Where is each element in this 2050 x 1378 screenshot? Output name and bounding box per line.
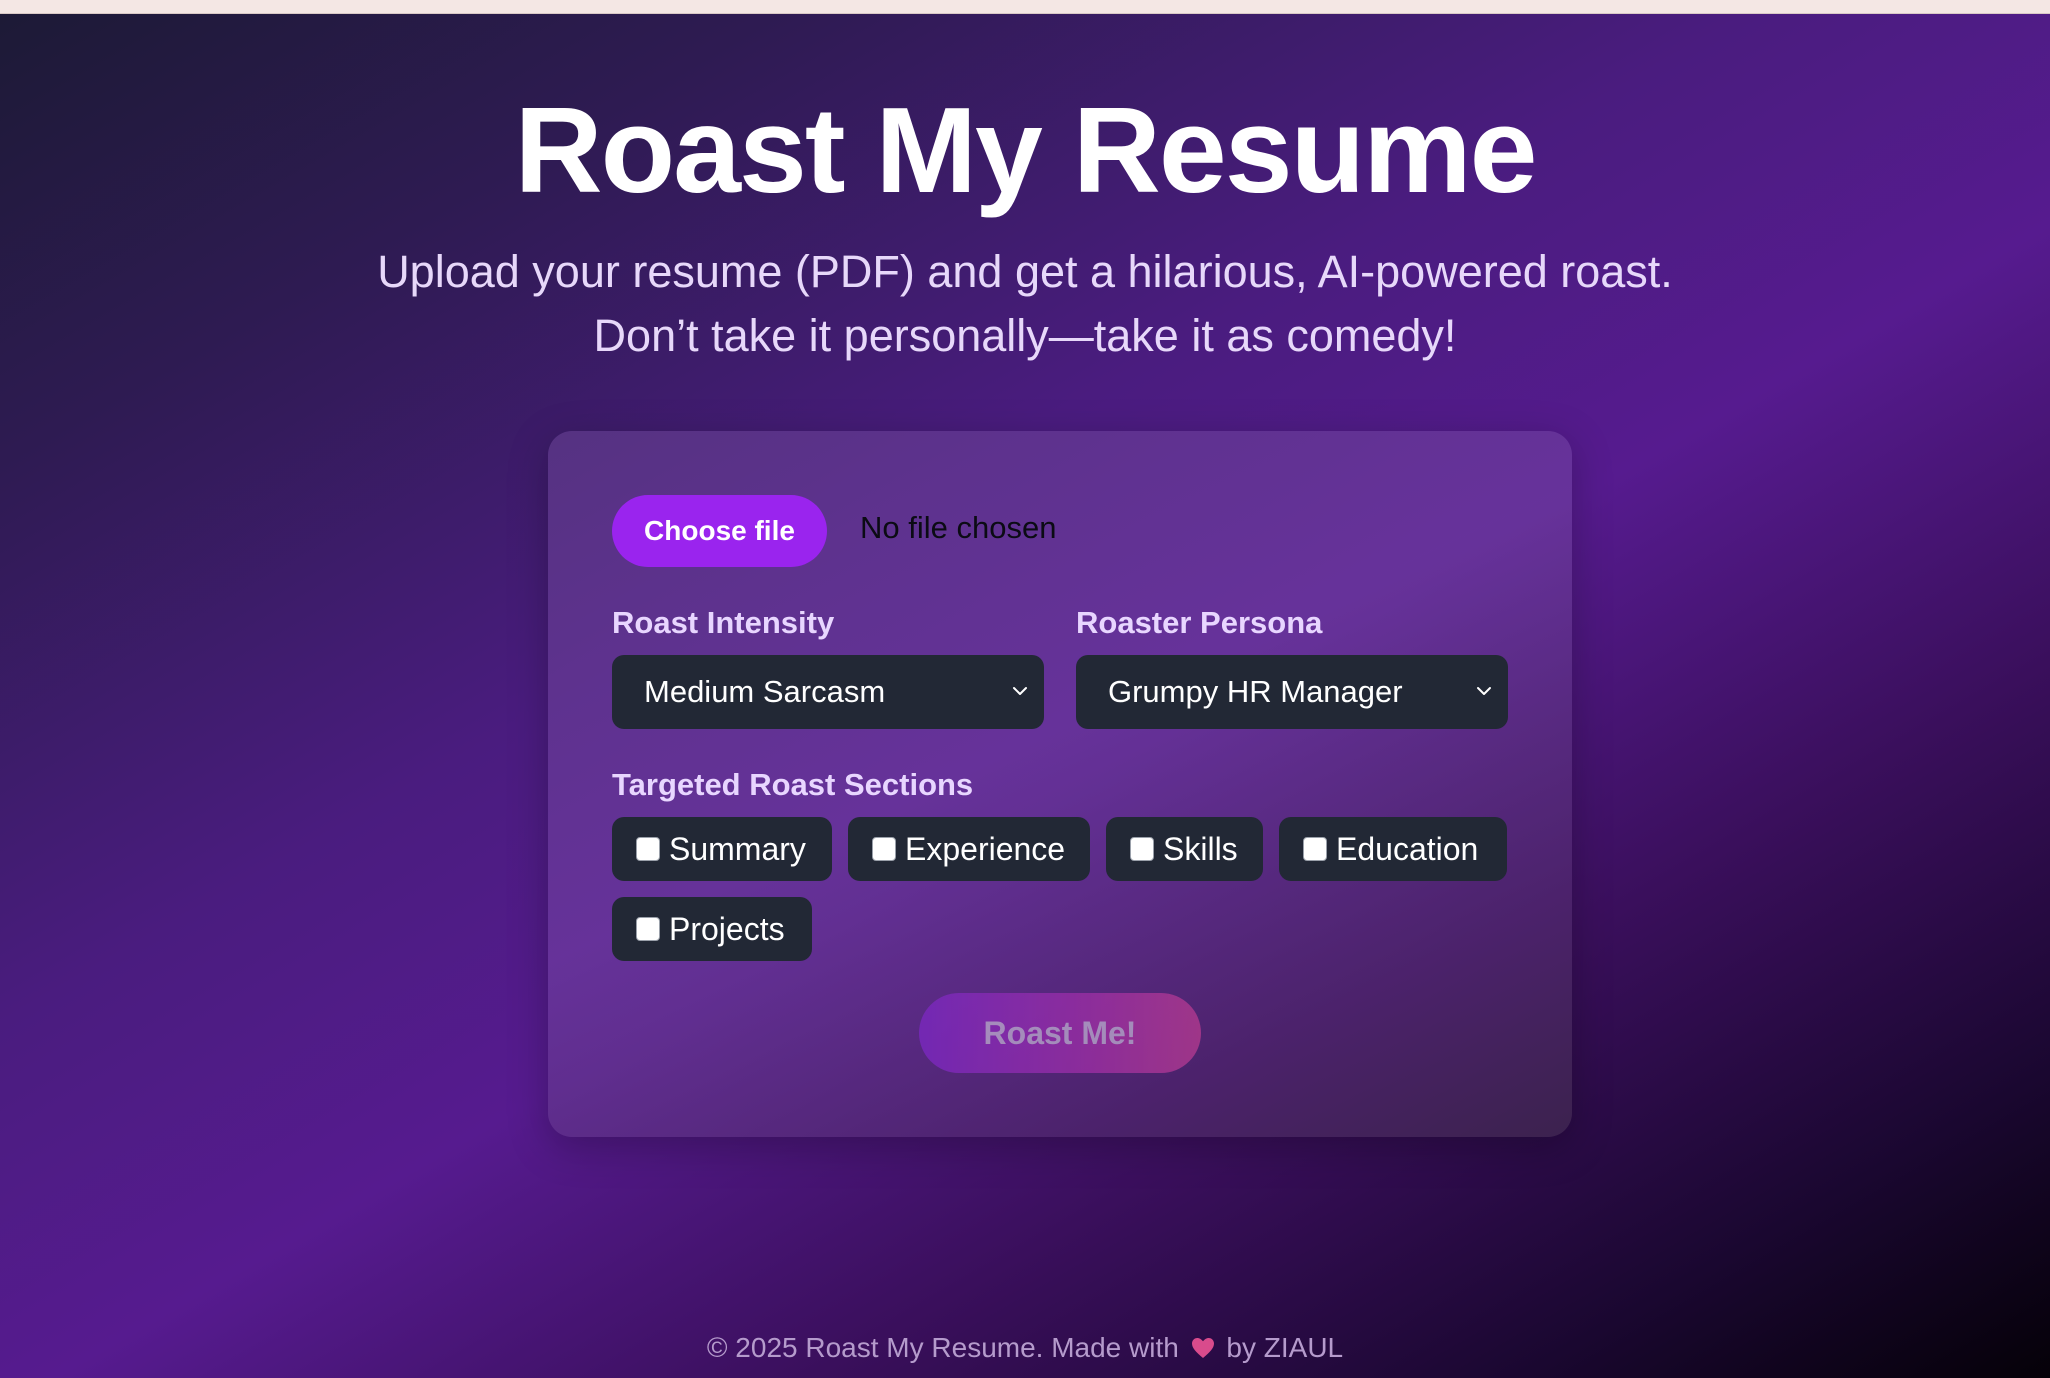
roaster-persona-select[interactable]: Grumpy HR Manager — [1076, 655, 1508, 729]
checkbox-summary[interactable] — [636, 837, 660, 861]
targeted-sections-label: Targeted Roast Sections — [612, 767, 974, 802]
roaster-persona-label: Roaster Persona — [1076, 605, 1323, 640]
page-title: Roast My Resume — [514, 82, 1538, 218]
section-chip-label: Projects — [669, 910, 785, 947]
checkbox-skills[interactable] — [1130, 837, 1154, 861]
roaster-persona-value: Grumpy HR Manager — [1108, 674, 1403, 709]
section-chip-label: Skills — [1163, 830, 1238, 867]
footer: © 2025 Roast My Resume. Made with by ZIA… — [0, 1332, 2050, 1364]
chevron-down-icon — [1477, 687, 1491, 695]
section-chip-experience[interactable]: Experience — [848, 817, 1090, 881]
checkbox-education[interactable] — [1303, 837, 1327, 861]
choose-file-button[interactable]: Choose file — [612, 495, 827, 567]
file-status-text: No file chosen — [860, 510, 1057, 545]
heart-icon — [1191, 1338, 1214, 1358]
section-chip-summary[interactable]: Summary — [612, 817, 832, 881]
page-subtitle-line-2: Don’t take it personally—take it as come… — [593, 310, 1457, 361]
roast-intensity-select[interactable]: Medium Sarcasm — [612, 655, 1044, 729]
roast-intensity-label: Roast Intensity — [612, 605, 835, 640]
checkbox-projects[interactable] — [636, 917, 660, 941]
section-chip-label: Education — [1336, 830, 1479, 867]
roast-me-button[interactable]: Roast Me! — [919, 993, 1201, 1073]
checkbox-experience[interactable] — [872, 837, 896, 861]
section-chip-projects[interactable]: Projects — [612, 897, 812, 961]
chevron-down-icon — [1013, 687, 1027, 695]
section-chip-skills[interactable]: Skills — [1106, 817, 1263, 881]
page-subtitle-line-1: Upload your resume (PDF) and get a hilar… — [377, 246, 1673, 297]
section-chip-label: Summary — [669, 830, 806, 867]
section-chip-label: Experience — [905, 830, 1066, 867]
browser-top-strip — [0, 0, 2050, 14]
roast-intensity-value: Medium Sarcasm — [644, 674, 886, 709]
section-chip-education[interactable]: Education — [1279, 817, 1507, 881]
footer-text-after: by ZIAUL — [1226, 1332, 1344, 1363]
footer-text-before: © 2025 Roast My Resume. Made with — [706, 1332, 1179, 1363]
